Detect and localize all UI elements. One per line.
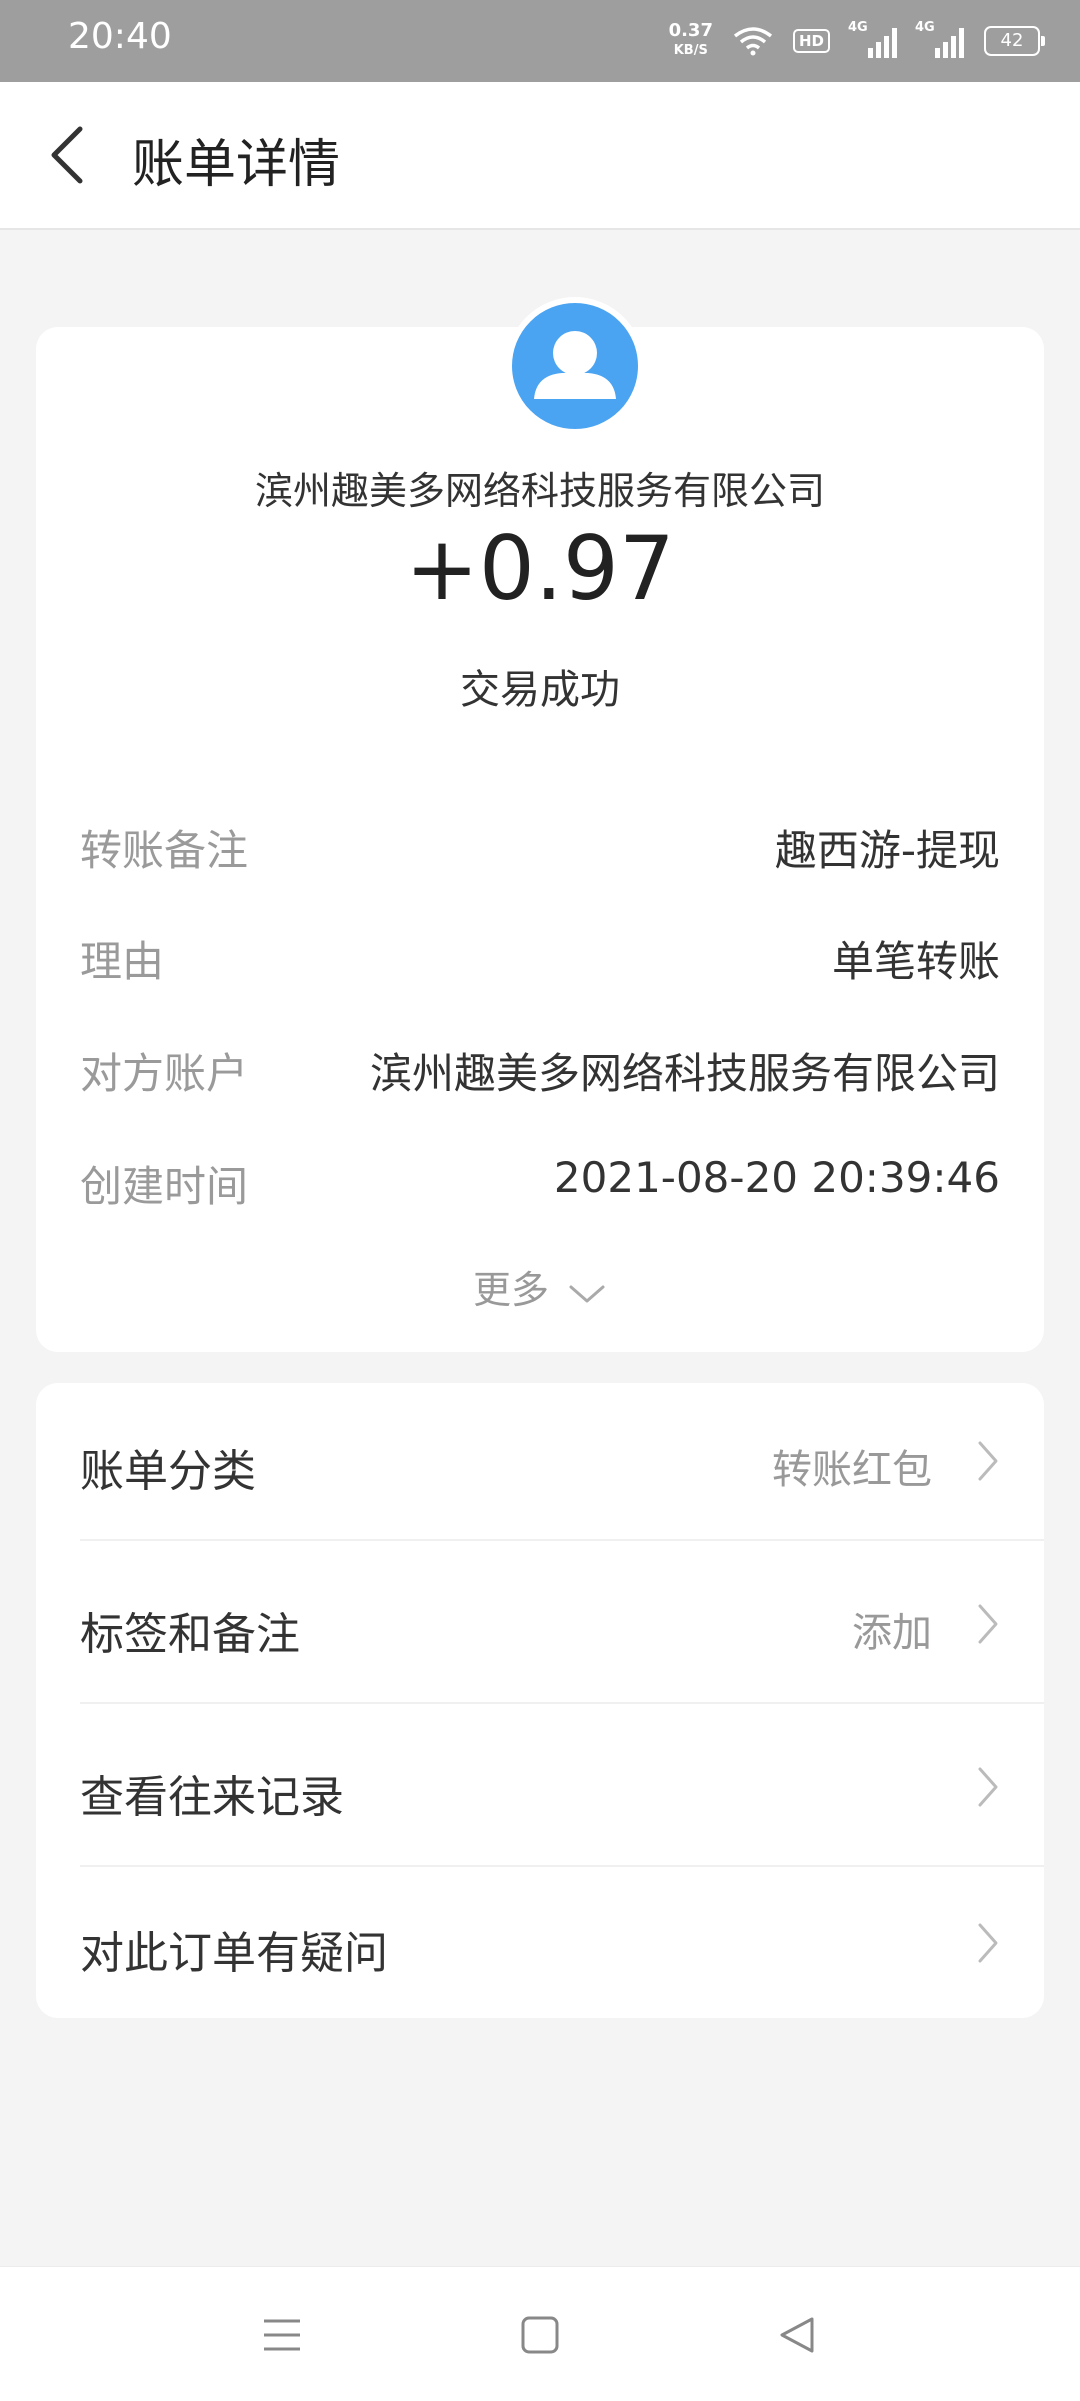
detail-label: 创建时间 [80, 1162, 249, 1211]
divider [80, 1539, 1044, 1541]
menu-item-label: 账单分类 [80, 1446, 256, 1497]
detail-row-created-time: 创建时间 2021-08-20 20:39:46 [80, 1153, 1000, 1213]
menu-item-label: 标签和备注 [80, 1609, 300, 1660]
chevron-right-icon [978, 1923, 998, 1963]
menu-item-label: 对此订单有疑问 [80, 1928, 388, 1979]
detail-value: 单笔转账 [831, 937, 1000, 986]
back-triangle-icon [780, 2317, 814, 2353]
status-icons: 0.37 KB/S HD 4G 4G 42 [669, 14, 1045, 68]
detail-value: 趣西游-提现 [774, 826, 1000, 875]
detail-row-reason: 理由 单笔转账 [80, 928, 1000, 988]
network-speed-value: 0.37 [668, 20, 713, 41]
hd-voice-icon: HD [792, 29, 830, 53]
back-arrow-icon [51, 126, 83, 184]
chevron-right-icon [978, 1604, 998, 1644]
home-button[interactable] [516, 2311, 564, 2359]
status-time: 20:40 [68, 16, 172, 57]
transaction-amount: +0.97 [405, 517, 675, 620]
menu-icon [264, 2319, 300, 2351]
header-bar: 账单详情 [0, 82, 1080, 230]
detail-value: 2021-08-20 20:39:46 [553, 1153, 1000, 1202]
home-square-icon [521, 2316, 559, 2354]
back-nav-button[interactable] [774, 2311, 822, 2359]
chevron-right-icon [978, 1441, 998, 1481]
battery-level: 42 [1000, 30, 1024, 51]
detail-value: 滨州趣美多网络科技服务有限公司 [369, 1049, 1000, 1098]
payer-name: 滨州趣美多网络科技服务有限公司 [254, 469, 825, 513]
detail-label: 对方账户 [80, 1049, 249, 1098]
avatar [506, 297, 644, 435]
menu-button[interactable] [258, 2311, 306, 2359]
signal-strength-icon: 4G [915, 20, 964, 58]
divider [80, 1702, 1044, 1704]
network-speed: 0.37 KB/S [669, 21, 713, 61]
more-button[interactable]: 更多 [36, 1259, 1044, 1314]
more-label: 更多 [472, 1268, 549, 1312]
detail-label: 转账备注 [80, 826, 249, 875]
transaction-card: 滨州趣美多网络科技服务有限公司 +0.97 交易成功 转账备注 趣西游-提现 理… [36, 297, 1044, 1352]
menu-item-tags-notes[interactable]: 标签和备注 添加 [36, 1546, 1044, 1704]
system-nav-bar [0, 2266, 1080, 2401]
signal-1-label: 4G [848, 20, 868, 35]
detail-row-remark: 转账备注 趣西游-提现 [80, 817, 1000, 877]
detail-label: 理由 [80, 937, 165, 986]
transaction-status: 交易成功 [460, 667, 620, 713]
menu-item-value: 转账红包 [772, 1447, 932, 1493]
status-bar: 20:40 0.37 KB/S HD 4G 4G 42 [0, 0, 1080, 82]
network-speed-unit: KB/S [673, 43, 708, 58]
wifi-icon [733, 27, 773, 56]
signal-2-label: 4G [915, 20, 935, 35]
menu-item-label: 查看往来记录 [80, 1772, 344, 1823]
actions-card: 账单分类 转账红包 标签和备注 添加 查看往来记录 对此订单有疑问 [36, 1383, 1044, 2018]
menu-item-view-history[interactable]: 查看往来记录 [36, 1709, 1044, 1867]
detail-row-counterparty: 对方账户 滨州趣美多网络科技服务有限公司 [80, 1040, 1000, 1100]
chevron-down-icon [569, 1285, 605, 1302]
menu-item-order-question[interactable]: 对此订单有疑问 [36, 1865, 1044, 2023]
user-avatar-icon [534, 331, 616, 399]
chevron-right-icon [978, 1767, 998, 1807]
back-button[interactable] [38, 117, 114, 193]
page-title: 账单详情 [132, 135, 341, 195]
menu-item-value: 添加 [852, 1610, 932, 1656]
menu-item-bill-category[interactable]: 账单分类 转账红包 [36, 1383, 1044, 1541]
battery-icon: 42 [984, 26, 1045, 56]
signal-strength-icon: 4G [848, 20, 897, 58]
